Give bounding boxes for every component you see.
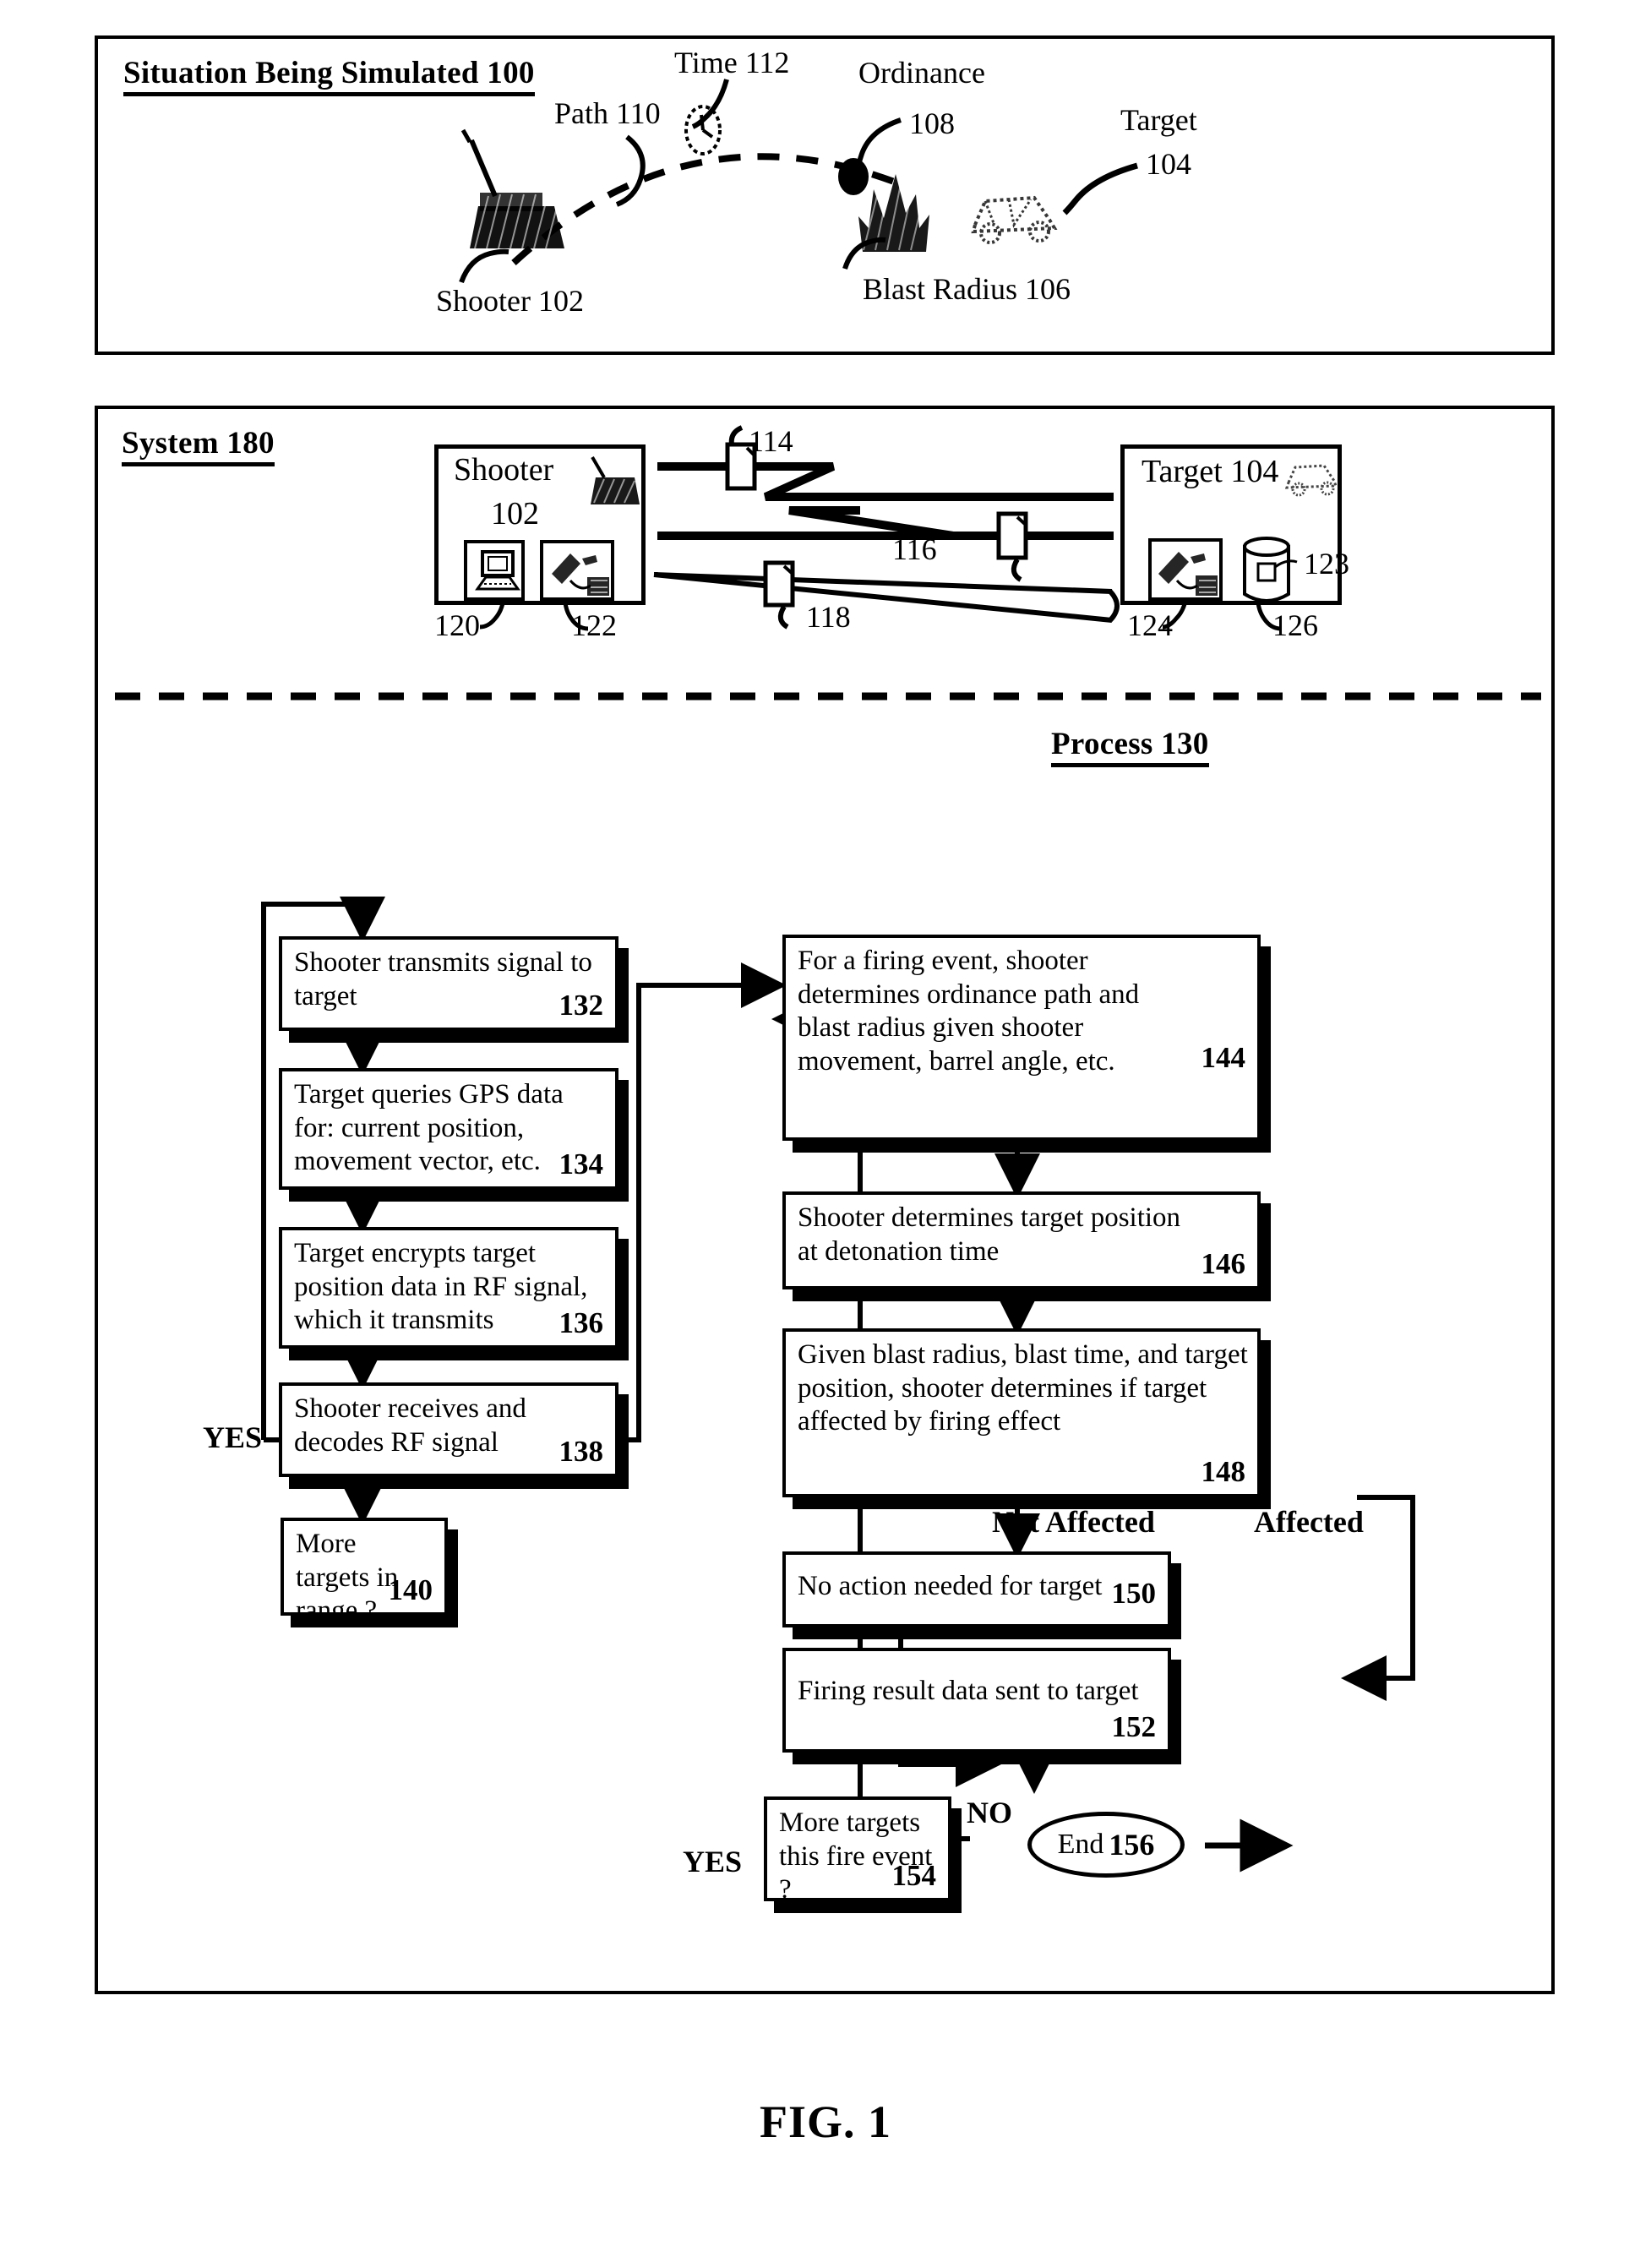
target-leader-line [1062,162,1138,215]
edge-label-affected: Affected [1254,1505,1364,1539]
flow-num-134: 134 [559,1148,604,1180]
edge-label-no-154: NO [967,1796,1012,1829]
edge-label-yes-154: YES [683,1845,743,1878]
system-panel: System 180 Shooter 102 120 122 Target 10… [95,406,1555,1994]
flow-num-138: 138 [559,1435,604,1468]
edge-140-no-to-144 [445,962,787,1442]
flow-box-154: More targets this fire event ? 154 [764,1796,951,1905]
flow-num-140: 140 [388,1573,433,1606]
ordinance-dot-icon [838,158,869,195]
target-db-layer [1243,537,1298,602]
vehicle-icon [971,195,1058,244]
flow-box-152: Firing result data sent to target 152 [782,1648,1171,1753]
flow-box-132: Shooter transmits signal to target 132 [279,936,618,1031]
clock-icon [684,105,722,155]
situation-panel: Situation Being Simulated 100 Time 112 O… [95,35,1555,355]
patent-figure-page: Situation Being Simulated 100 Time 112 O… [0,0,1651,2268]
shooter-computer-subbox [464,540,525,601]
flow-box-140: More targets in range ? 140 [281,1518,448,1626]
flow-text-148: Given blast radius, blast time, and targ… [798,1339,1248,1437]
satellite-gps-icon [552,553,609,596]
artillery-icon [460,128,564,249]
flow-num-152: 152 [1111,1710,1157,1743]
figure-caption: FIG. 1 [759,2096,891,2147]
flow-text-152: Firing result data sent to target [798,1676,1139,1706]
computer-icon [475,550,520,591]
flow-num-146: 146 [1201,1247,1246,1280]
flow-box-134: Target queries GPS data for: current pos… [279,1068,618,1190]
flow-num-132: 132 [559,989,604,1022]
flow-num-144: 144 [1201,1041,1246,1074]
end-node-number: 156 [1109,1828,1155,1862]
edge-label-yes-140: YES [203,1420,263,1454]
flow-box-150: No action needed for target 150 [782,1551,1171,1627]
flow-num-150: 150 [1111,1577,1157,1610]
situation-graphics [459,79,1138,284]
edge-label-not-affected: Not Affected [992,1505,1155,1539]
flow-box-138: Shooter receives and decodes RF signal 1… [279,1382,618,1477]
target-device-box: Target 104 123 [1120,444,1349,605]
flow-text-146: Shooter determines target position at de… [798,1202,1181,1267]
path-leader-line [615,134,646,207]
shooter-leader-line [459,248,509,284]
flow-num-136: 136 [559,1306,604,1339]
shooter-device-box: Shooter 102 [434,444,646,605]
flow-end-node: End 156 [1027,1812,1185,1878]
flow-num-148: 148 [1201,1455,1246,1488]
flow-box-136: Target encrypts target position data in … [279,1227,618,1349]
flow-text-150: No action needed for target [798,1571,1103,1601]
end-node-label: End [1057,1829,1104,1860]
artillery-icon [591,455,640,504]
flow-box-146: Shooter determines target position at de… [782,1191,1261,1289]
shooter-gps-subbox [540,540,614,601]
flow-box-144: For a firing event, shooter determines o… [782,935,1261,1141]
flow-text-144: For a firing event, shooter determines o… [798,946,1140,1077]
flow-num-154: 154 [891,1859,937,1892]
flow-box-148: Given blast radius, blast time, and targ… [782,1328,1261,1497]
database-cylinder-icon [1243,537,1298,602]
